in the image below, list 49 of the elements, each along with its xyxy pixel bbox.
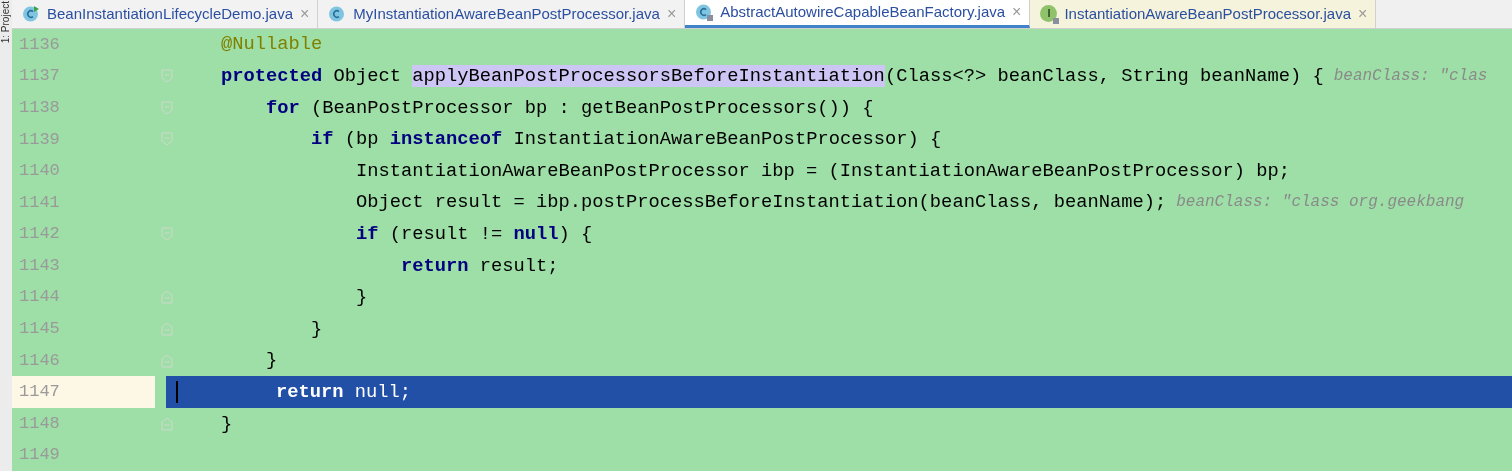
line-number: 1137	[19, 65, 60, 88]
code-line: }	[310, 316, 323, 342]
code-line: if (bp instanceof InstantiationAwareBeanPostProcessor) {	[310, 127, 942, 153]
inline-hint: beanClass: "clas	[1333, 66, 1488, 88]
fold-icon[interactable]	[161, 353, 173, 368]
line-number: 1144	[19, 286, 60, 309]
inline-hint: beanClass: "class org.geekbang	[1176, 192, 1465, 214]
code-line: @Nullable	[220, 32, 323, 58]
code-line: }	[265, 348, 278, 374]
line-number: 1136	[19, 33, 60, 56]
fold-icon[interactable]	[161, 100, 173, 115]
code-line: protected Object applyBeanPostProcessorsBeforeInstantiation(Class<?> beanClass, String beanName) {	[220, 64, 1324, 90]
code-line: for (BeanPostProcessor bp : getBeanPostProcessors()) {	[265, 95, 874, 121]
class-icon	[328, 4, 347, 23]
line-number: 1139	[19, 128, 60, 151]
line-number: 1138	[19, 96, 60, 119]
fold-icon[interactable]	[161, 322, 173, 337]
tab-label: BeanInstantiationLifecycleDemo.java	[47, 3, 293, 24]
code-line: }	[355, 285, 368, 311]
class-lock-icon	[695, 3, 714, 22]
class-run-icon	[22, 4, 40, 23]
tab-label: MyInstantiationAwareBeanPostProcessor.java	[353, 3, 660, 24]
fold-icon[interactable]	[161, 132, 173, 147]
line-number: 1141	[19, 191, 60, 214]
project-tool-tab[interactable]: 1: Project	[0, 1, 12, 44]
code-line: if (result != null) {	[355, 222, 593, 247]
text-cursor	[176, 381, 178, 403]
fold-icon[interactable]	[161, 290, 173, 305]
line-number: 1140	[19, 160, 60, 183]
line-number: 1149	[19, 444, 60, 467]
fold-icon[interactable]	[161, 416, 173, 431]
editor-tab[interactable]: I InstantiationAwareBeanPostProcessor.java ×	[1030, 0, 1377, 28]
code-line: Object result = ibp.postProcessBeforeInstantiation(beanClass, beanName);	[355, 190, 1167, 216]
line-number: 1147	[19, 381, 60, 404]
line-number: 1142	[19, 223, 60, 246]
tab-label: InstantiationAwareBeanPostProcessor.java	[1064, 3, 1351, 24]
interface-icon: I	[1040, 5, 1058, 23]
line-number: 1143	[19, 254, 60, 277]
line-number: 1148	[19, 412, 60, 435]
code-line: InstantiationAwareBeanPostProcessor ibp = (InstantiationAwareBeanPostProcessor) bp;	[355, 158, 1290, 184]
fold-icon[interactable]	[161, 69, 173, 84]
fold-icon[interactable]	[161, 227, 173, 242]
tab-label: AbstractAutowireCapableBeanFactory.java	[720, 2, 1006, 23]
code-line: return result;	[400, 253, 559, 279]
code-line: return null;	[275, 379, 412, 405]
line-number: 1145	[19, 318, 60, 341]
line-number: 1146	[19, 349, 60, 372]
editor-tab[interactable]: AbstractAutowireCapableBeanFactory.java ×	[685, 0, 1031, 28]
code-line: }	[220, 411, 233, 437]
